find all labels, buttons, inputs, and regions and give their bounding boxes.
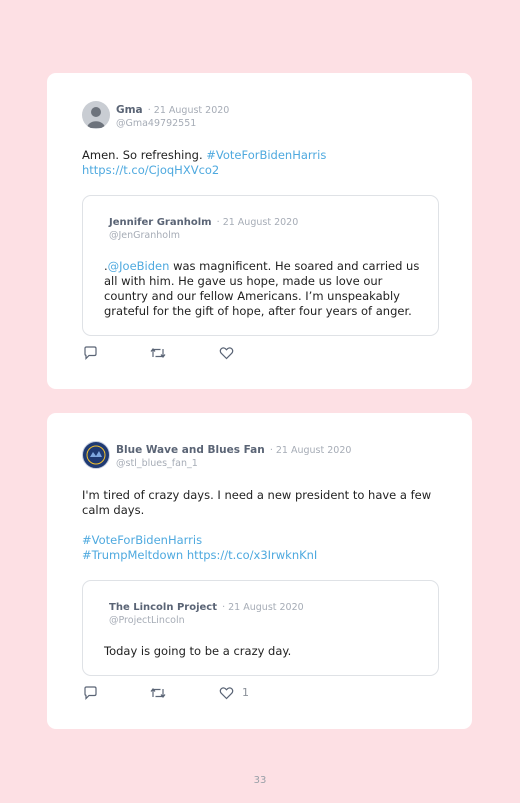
- quoted-tweet-text: .@JoeBiden was magnificent. He soared an…: [104, 259, 424, 319]
- quoted-tweet[interactable]: Jennifer Granholm · 21 August 2020 @JenG…: [82, 195, 439, 336]
- mention-link[interactable]: @JoeBiden: [108, 259, 170, 273]
- tweet-body: Amen. So refreshing.: [82, 148, 207, 162]
- quoted-tweet-header: The Lincoln Project · 21 August 2020 @Pr…: [109, 598, 304, 627]
- page-number: 33: [253, 775, 267, 786]
- retweet-icon[interactable]: [150, 346, 166, 360]
- tweet-text: Amen. So refreshing. #VoteForBidenHarris…: [82, 148, 442, 178]
- quoted-tweet[interactable]: The Lincoln Project · 21 August 2020 @Pr…: [82, 580, 439, 676]
- author-handle[interactable]: @stl_blues_fan_1: [116, 457, 351, 470]
- reply-icon[interactable]: [83, 686, 99, 700]
- author-handle[interactable]: @Gma49792551: [116, 117, 229, 130]
- author-name[interactable]: Gma: [116, 104, 143, 116]
- quoted-author-handle[interactable]: @ProjectLincoln: [109, 614, 304, 627]
- url-link[interactable]: https://t.co/x3IrwknKnI: [187, 548, 317, 562]
- tweet-links: #VoteForBidenHarris #TrumpMeltdown https:…: [82, 533, 442, 563]
- default-avatar-icon[interactable]: [82, 101, 110, 129]
- quoted-tweet-text: Today is going to be a crazy day.: [104, 644, 292, 658]
- quoted-author-name[interactable]: Jennifer Granholm: [109, 217, 212, 228]
- url-link[interactable]: https://t.co/CjoqHXVco2: [82, 163, 219, 177]
- tweet-card: Blue Wave and Blues Fan · 21 August 2020…: [47, 413, 472, 729]
- reply-icon[interactable]: [83, 346, 99, 360]
- tweet-header: Blue Wave and Blues Fan · 21 August 2020…: [116, 441, 351, 470]
- quoted-tweet-date: · 21 August 2020: [222, 602, 304, 613]
- like-count: 1: [242, 686, 249, 699]
- hashtag-link[interactable]: #VoteForBidenHarris: [82, 533, 202, 547]
- tweet-date: · 21 August 2020: [269, 445, 352, 456]
- like-icon[interactable]: [219, 686, 235, 700]
- tweet-card: Gma · 21 August 2020 @Gma49792551 Amen. …: [47, 73, 472, 389]
- retweet-icon[interactable]: [150, 686, 166, 700]
- author-name[interactable]: Blue Wave and Blues Fan: [116, 444, 265, 456]
- tweet-header: Gma · 21 August 2020 @Gma49792551: [116, 101, 229, 130]
- quoted-tweet-header: Jennifer Granholm · 21 August 2020 @JenG…: [109, 213, 298, 242]
- hashtag-link[interactable]: #TrumpMeltdown: [82, 548, 183, 562]
- tweet-date: · 21 August 2020: [147, 105, 230, 116]
- tweet-text: I'm tired of crazy days. I need a new pr…: [82, 488, 432, 517]
- quoted-author-handle[interactable]: @JenGranholm: [109, 229, 298, 242]
- like-icon[interactable]: [219, 346, 235, 360]
- blues-logo-avatar-icon[interactable]: [82, 441, 110, 469]
- quoted-tweet-date: · 21 August 2020: [216, 217, 299, 228]
- hashtag-link[interactable]: #VoteForBidenHarris: [206, 148, 326, 162]
- quoted-author-name[interactable]: The Lincoln Project: [109, 602, 217, 613]
